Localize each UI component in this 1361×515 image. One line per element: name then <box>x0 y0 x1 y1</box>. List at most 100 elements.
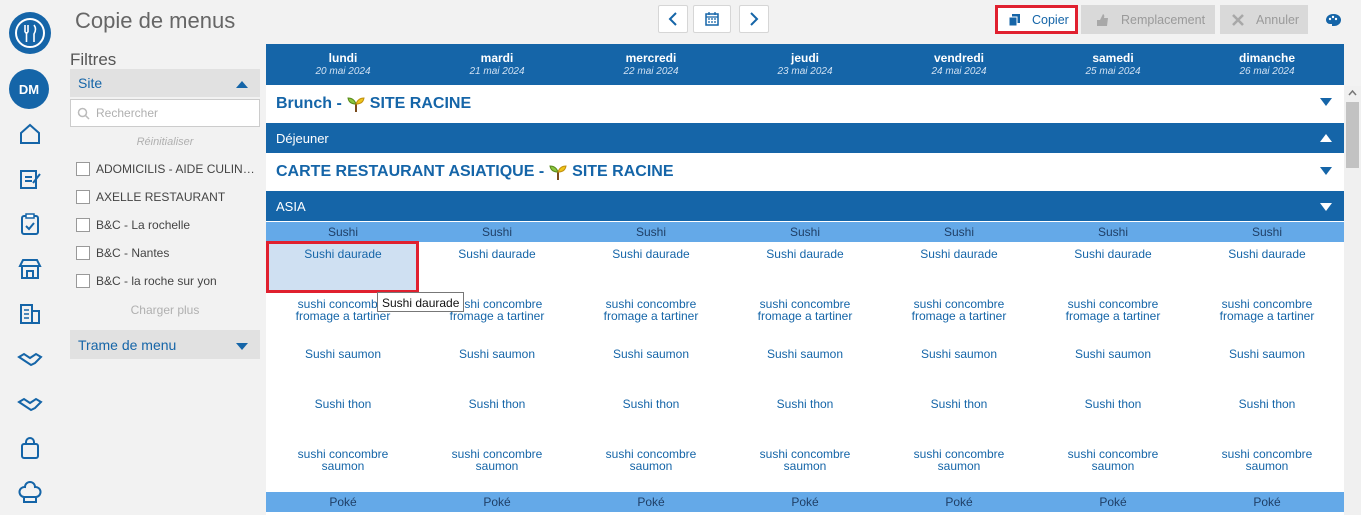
dish-cell[interactable]: sushi concombre fromage a tartiner <box>574 298 728 322</box>
chevron-down-icon[interactable] <box>1320 98 1332 106</box>
dish-cell[interactable]: Sushi daurade <box>1190 248 1344 260</box>
dish-cell[interactable]: Sushi daurade <box>728 248 882 260</box>
sushi-label: Sushi <box>1251 225 1283 239</box>
site-label: B&C - La rochelle <box>96 218 191 232</box>
poke-label: Poké <box>1253 495 1281 509</box>
cancel-button[interactable]: Annuler <box>1220 5 1308 34</box>
dish-cell[interactable]: Sushi saumon <box>728 348 882 360</box>
dish-cell[interactable]: sushi concombre saumon <box>728 448 882 472</box>
site-checkbox-item[interactable]: B&C - Nantes <box>76 244 260 262</box>
sushi-label: Sushi <box>1097 225 1129 239</box>
dish-cell[interactable]: Sushi daurade <box>420 248 574 260</box>
chevron-down-icon <box>236 343 248 350</box>
reset-link[interactable]: Réinitialiser <box>70 136 260 148</box>
dish-cell[interactable]: Sushi thon <box>882 398 1036 410</box>
dish-cell[interactable]: sushi concombre saumon <box>1036 448 1190 472</box>
dish-cell[interactable]: Sushi thon <box>574 398 728 410</box>
calendar-button[interactable] <box>693 5 731 33</box>
dish-cell[interactable]: Sushi thon <box>1190 398 1344 410</box>
dish-cell[interactable]: sushi concombre saumon <box>420 448 574 472</box>
day-header: jeudi 23 mai 2024 <box>777 51 833 77</box>
carte-section-title[interactable]: CARTE RESTAURANT ASIATIQUE - SITE RACINE <box>276 163 673 181</box>
load-more-link[interactable]: Charger plus <box>70 303 260 317</box>
checkbox[interactable] <box>76 274 90 288</box>
chevron-down-icon[interactable] <box>1320 203 1332 211</box>
poke-label: Poké <box>329 495 357 509</box>
palette-button[interactable] <box>1313 5 1353 34</box>
dish-cell[interactable]: sushi concombre fromage a tartiner <box>882 298 1036 322</box>
brunch-section-title[interactable]: Brunch - SITE RACINE <box>276 95 471 113</box>
edit-document-icon[interactable] <box>17 166 43 192</box>
dish-cell[interactable]: Sushi saumon <box>1190 348 1344 360</box>
lunch-band[interactable]: Déjeuner <box>266 123 1344 153</box>
dish-cell[interactable]: sushi concombre saumon <box>266 448 420 472</box>
checkbox[interactable] <box>76 190 90 204</box>
checkbox[interactable] <box>76 218 90 232</box>
chevron-down-icon[interactable] <box>1320 167 1332 175</box>
building-icon[interactable] <box>17 301 43 327</box>
copy-button[interactable]: Copier <box>995 5 1078 34</box>
dish-cell[interactable]: sushi concombre fromage a tartiner <box>1036 298 1190 322</box>
sushi-label: Sushi <box>943 225 975 239</box>
dish-cell[interactable]: Sushi daurade <box>882 248 1036 260</box>
app-window: DM Copie de menus Copier Remplacement An… <box>0 0 1361 515</box>
site-checkbox-item[interactable]: B&C - la roche sur yon <box>76 272 260 290</box>
copy-icon <box>1008 13 1020 26</box>
store-icon[interactable] <box>17 256 43 282</box>
user-avatar[interactable]: DM <box>9 69 49 109</box>
site-panel-header[interactable]: Site <box>70 69 260 97</box>
dish-cell[interactable]: Sushi thon <box>420 398 574 410</box>
chevron-up-icon <box>236 81 248 88</box>
dish-cell[interactable]: Sushi saumon <box>574 348 728 360</box>
replace-button[interactable]: Remplacement <box>1081 5 1215 34</box>
dish-cell[interactable]: Sushi daurade <box>574 248 728 260</box>
next-week-button[interactable] <box>739 5 769 33</box>
dish-cell[interactable]: Sushi saumon <box>420 348 574 360</box>
site-search-input[interactable] <box>96 106 246 120</box>
dish-cell[interactable]: Sushi daurade <box>266 248 420 260</box>
search-icon <box>77 107 90 120</box>
previous-week-button[interactable] <box>658 5 688 33</box>
site-checkbox-item[interactable]: AXELLE RESTAURANT <box>76 188 260 206</box>
dish-cell[interactable]: Sushi saumon <box>1036 348 1190 360</box>
dish-cell[interactable]: sushi concombre saumon <box>574 448 728 472</box>
home-icon[interactable] <box>17 121 43 147</box>
dish-cell[interactable]: sushi concombre saumon <box>1190 448 1344 472</box>
scroll-up-icon[interactable] <box>1344 87 1361 99</box>
poke-label: Poké <box>945 495 973 509</box>
scroll-thumb[interactable] <box>1346 102 1359 168</box>
copy-label: Copier <box>1032 12 1069 27</box>
checkbox[interactable] <box>76 162 90 176</box>
dish-cell[interactable]: Sushi thon <box>266 398 420 410</box>
thumb-icon <box>1097 13 1108 26</box>
day-header: vendredi 24 mai 2024 <box>931 51 987 77</box>
site-search-field[interactable] <box>70 99 260 127</box>
left-nav-rail: DM <box>0 0 60 515</box>
handshake-icon[interactable] <box>17 391 43 417</box>
menu-frame-panel-header[interactable]: Trame de menu <box>70 330 260 359</box>
shopping-bag-icon[interactable] <box>17 436 43 462</box>
app-logo[interactable] <box>9 12 51 54</box>
filters-title: Filtres <box>70 50 117 69</box>
chef-hat-icon[interactable] <box>17 481 43 507</box>
handshake-icon[interactable] <box>17 346 43 372</box>
sprout-icon <box>549 165 567 180</box>
dish-cell[interactable]: Sushi thon <box>1036 398 1190 410</box>
asia-band[interactable]: ASIA <box>266 191 1344 221</box>
checkbox[interactable] <box>76 246 90 260</box>
dish-cell[interactable]: Sushi thon <box>728 398 882 410</box>
sushi-label: Sushi <box>481 225 513 239</box>
dish-cell[interactable]: sushi concombre fromage a tartiner <box>1190 298 1344 322</box>
dish-cell[interactable]: Sushi saumon <box>266 348 420 360</box>
dish-cell[interactable]: sushi concombre saumon <box>882 448 1036 472</box>
day-header: mardi 21 mai 2024 <box>469 51 525 77</box>
dish-cell[interactable]: Sushi saumon <box>882 348 1036 360</box>
chevron-up-icon[interactable] <box>1320 134 1332 142</box>
week-days-header: lundi 20 mai 2024 mardi 21 mai 2024 mercre… <box>266 44 1344 85</box>
clipboard-check-icon[interactable] <box>17 211 43 237</box>
dish-cell[interactable]: sushi concombre fromage a tartiner <box>728 298 882 322</box>
grid-scrollbar[interactable] <box>1344 86 1361 515</box>
dish-cell[interactable]: Sushi daurade <box>1036 248 1190 260</box>
site-checkbox-item[interactable]: ADOMICILIS - AIDE CULINAIRE <box>76 160 260 178</box>
site-checkbox-item[interactable]: B&C - La rochelle <box>76 216 260 234</box>
